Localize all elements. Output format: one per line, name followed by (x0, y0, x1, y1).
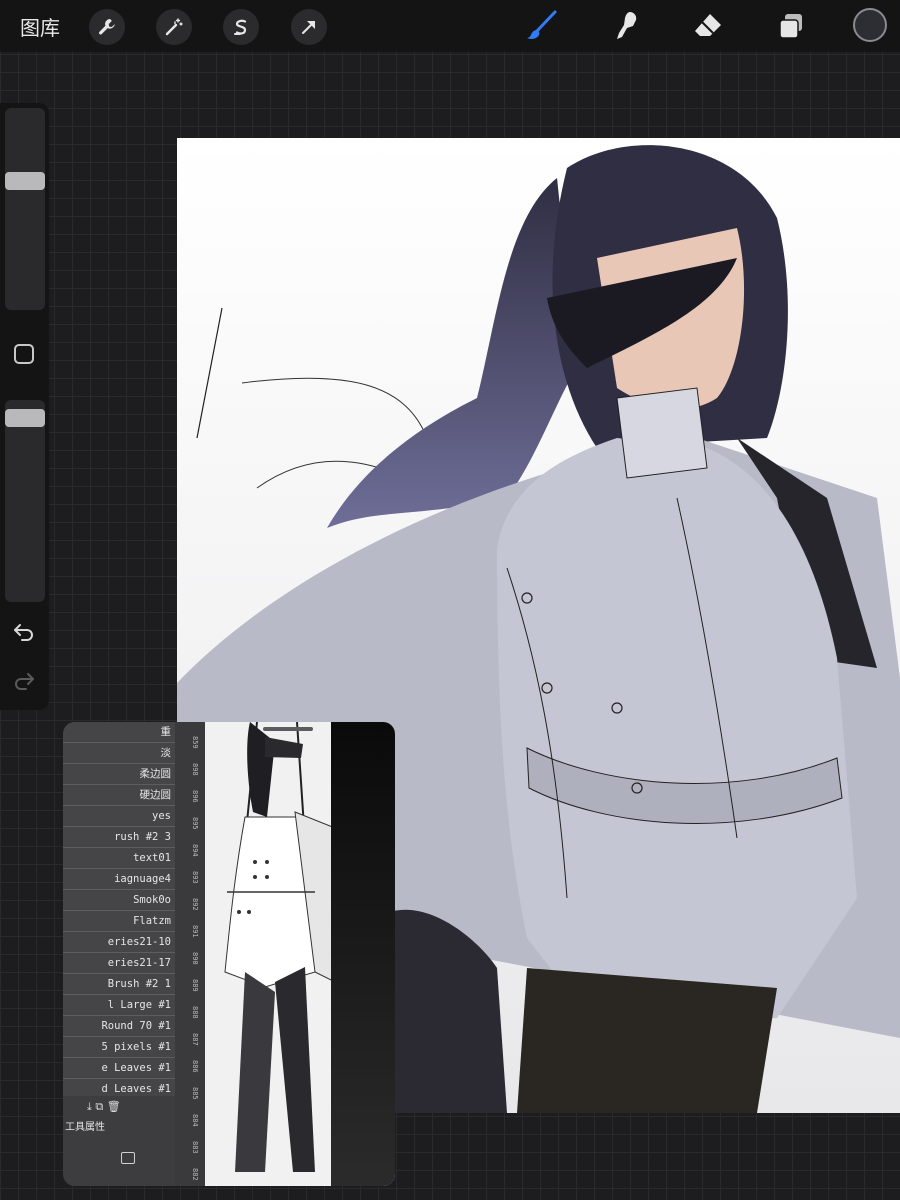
ruler-tick-label: 898 (191, 763, 199, 776)
tool-properties-label: 工具属性 (65, 1122, 105, 1133)
lock-icon (121, 1152, 135, 1164)
selection-icon (234, 19, 247, 35)
eraser-icon (695, 14, 721, 36)
redo-icon[interactable] (12, 669, 36, 693)
ruler-tick-label: 895 (191, 817, 199, 830)
brush-list-item[interactable]: 硬边圆 (63, 785, 175, 806)
ruler-tick-label: 886 (191, 1060, 199, 1073)
left-sidebar (0, 103, 49, 710)
ruler-tick-label: 892 (191, 898, 199, 911)
ruler-tick-label: 896 (191, 790, 199, 803)
opacity-slider-thumb[interactable] (5, 409, 45, 428)
brush-list-item[interactable]: iagnuage4 (63, 869, 175, 890)
brush-list-item[interactable]: rush #2 3 (63, 827, 175, 848)
smudge-tool-button[interactable] (608, 8, 644, 44)
brush-list-item[interactable]: yes (63, 806, 175, 827)
brush-list-item[interactable]: l Large #1 (63, 995, 175, 1016)
reference-dark-area (331, 722, 395, 1186)
magic-wand-icon (165, 18, 183, 36)
wrench-icon (99, 19, 115, 35)
brush-list-item[interactable]: Flatzm (63, 911, 175, 932)
modify-button[interactable] (14, 344, 34, 364)
panel-footer-icons[interactable]: ⤓ ⧉ 🗑 (87, 1100, 121, 1114)
ruler-tick-label: 889 (191, 979, 199, 992)
ruler-tick-label: 859 (191, 736, 199, 749)
ruler-tick-label: 891 (191, 925, 199, 938)
transform-arrow-icon (302, 21, 315, 34)
gallery-button[interactable]: 图库 (20, 12, 60, 41)
opacity-slider[interactable] (5, 400, 45, 602)
actions-button[interactable] (89, 9, 125, 45)
brush-list-item[interactable]: 柔边圆 (63, 764, 175, 785)
ruler-tick-label: 884 (191, 1114, 199, 1127)
brush-panel-footer: ⤓ ⧉ 🗑 工具属性 (63, 1096, 175, 1186)
ruler-tick-label: 882 (191, 1168, 199, 1181)
layers-button[interactable] (773, 8, 809, 44)
brush-list-item[interactable]: 重 (63, 722, 175, 743)
undo-icon[interactable] (12, 620, 36, 644)
brush-list-item[interactable]: Round 70 #1 (63, 1016, 175, 1037)
brush-list-item[interactable]: Smok0o (63, 890, 175, 911)
brush-list-item[interactable]: 5 pixels #1 (63, 1037, 175, 1058)
ruler-tick-label: 883 (191, 1141, 199, 1154)
smudge-icon (617, 12, 637, 39)
brush-list-item[interactable]: eries21-17 (63, 953, 175, 974)
ruler-tick-label: 888 (191, 1006, 199, 1019)
brush-size-slider-thumb[interactable] (5, 171, 45, 190)
brush-size-slider[interactable] (5, 108, 45, 310)
brush-list-item[interactable]: 淡 (63, 743, 175, 764)
brush-list-item[interactable]: Brush #2 1 (63, 974, 175, 995)
color-picker-button[interactable] (853, 8, 887, 42)
reference-window-grabber[interactable] (263, 727, 313, 731)
ruler-tick-label: 893 (191, 871, 199, 884)
brush-list-item[interactable]: e Leaves #1 (63, 1058, 175, 1079)
brush-icon (527, 10, 557, 39)
brush-list-item[interactable]: eries21-10 (63, 932, 175, 953)
ruler: 859 898 896 895 894 893 892 891 890 889 888 887 886 8… (175, 722, 205, 1186)
reference-window[interactable]: 重淡柔边圆 硬边圆 yes rush #2 3 text01 iagnuage4 Smok0… (63, 722, 395, 1186)
brush-tool-button[interactable] (524, 8, 560, 44)
eraser-tool-button[interactable] (690, 8, 726, 44)
adjustments-button[interactable] (156, 9, 192, 45)
layers-icon (779, 14, 802, 39)
ruler-tick-label: 890 (191, 952, 199, 965)
top-toolbar: 图库 (0, 0, 900, 52)
ruler-tick-label: 894 (191, 844, 199, 857)
ruler-tick-label: 885 (191, 1087, 199, 1100)
brush-list-item[interactable]: text01 (63, 848, 175, 869)
transform-button[interactable] (291, 9, 327, 45)
ruler-tick-label: 887 (191, 1033, 199, 1046)
selection-button[interactable] (223, 9, 259, 45)
